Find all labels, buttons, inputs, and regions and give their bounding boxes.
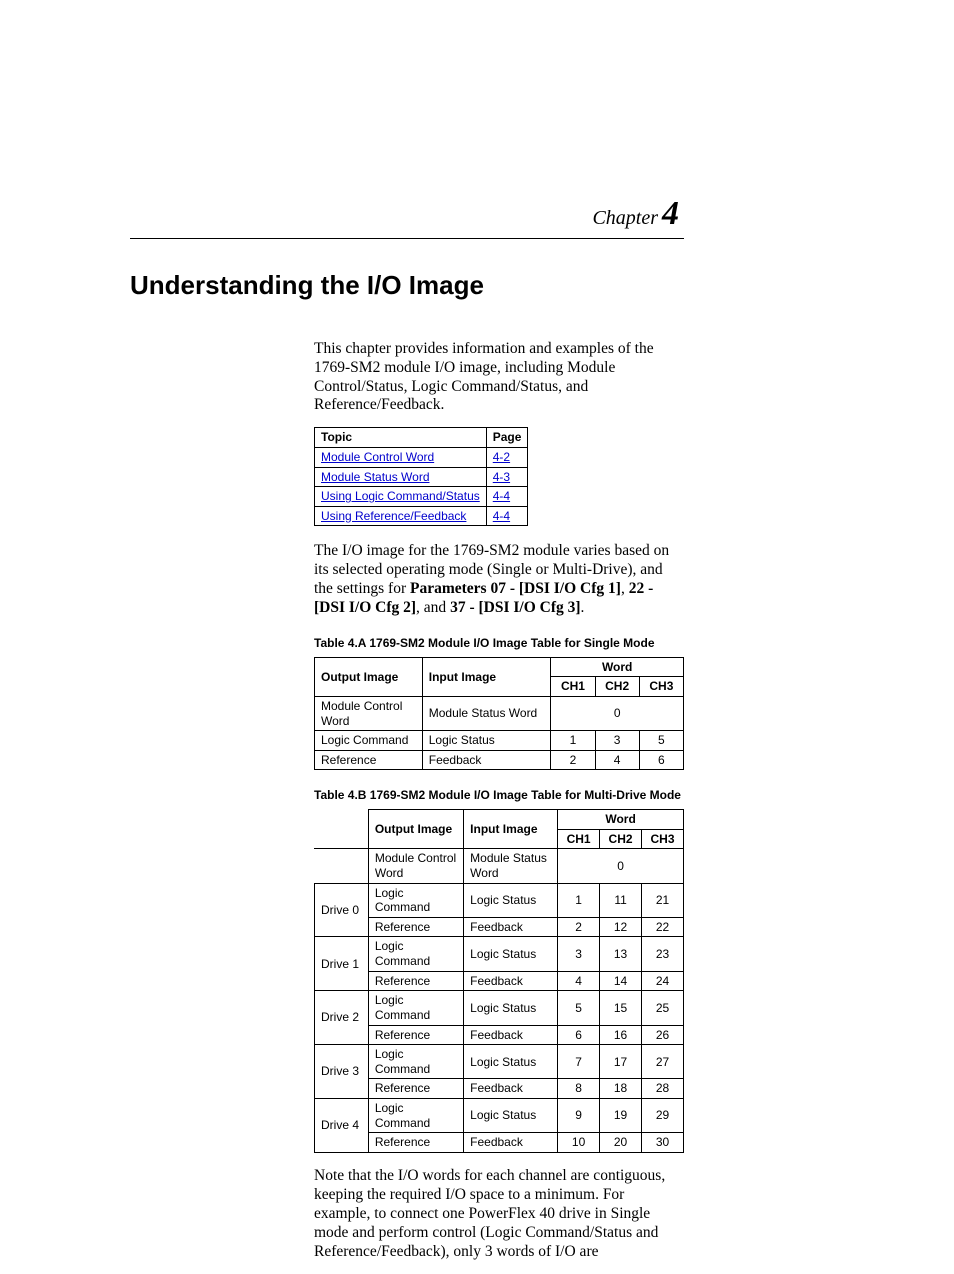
topic-header-topic: Topic bbox=[315, 428, 487, 448]
drive-label: Drive 1 bbox=[315, 937, 369, 991]
topic-link[interactable]: Using Reference/Feedback bbox=[321, 509, 466, 523]
table-row: ReferenceFeedback61626 bbox=[315, 1025, 684, 1045]
topic-page-link[interactable]: 4-3 bbox=[493, 470, 510, 484]
table-row: Module Control Word Module Status Word 0 bbox=[315, 849, 684, 883]
table-row: Logic Command Logic Status 1 3 5 bbox=[315, 731, 684, 751]
drive-label: Drive 4 bbox=[315, 1099, 369, 1153]
table-row: Drive 3Logic CommandLogic Status71727 bbox=[315, 1045, 684, 1079]
drive-label: Drive 3 bbox=[315, 1045, 369, 1099]
drive-label: Drive 0 bbox=[315, 883, 369, 937]
th-input: Input Image bbox=[422, 657, 551, 696]
table-row: Drive 2Logic CommandLogic Status51525 bbox=[315, 991, 684, 1025]
th-ch3: CH3 bbox=[642, 829, 684, 849]
topic-page-link[interactable]: 4-4 bbox=[493, 509, 510, 523]
intro-paragraph: This chapter provides information and ex… bbox=[314, 340, 684, 416]
table-a: Output Image Input Image Word CH1 CH2 CH… bbox=[314, 657, 684, 771]
topic-link[interactable]: Module Control Word bbox=[321, 450, 434, 464]
table-a-caption: Table 4.A 1769-SM2 Module I/O Image Tabl… bbox=[314, 636, 684, 651]
chapter-header: Chapter4 bbox=[592, 195, 679, 233]
th-ch3: CH3 bbox=[639, 677, 683, 697]
topic-page-link[interactable]: 4-4 bbox=[493, 489, 510, 503]
table-b: Output Image Input Image Word CH1 CH2 CH… bbox=[314, 809, 684, 1153]
th-ch1: CH1 bbox=[551, 677, 595, 697]
table-row: ReferenceFeedback21222 bbox=[315, 917, 684, 937]
th-ch2: CH2 bbox=[600, 829, 642, 849]
topic-row: Module Status Word 4-3 bbox=[315, 467, 528, 487]
page-title: Understanding the I/O Image bbox=[130, 270, 684, 302]
th-output: Output Image bbox=[368, 810, 463, 849]
th-output: Output Image bbox=[315, 657, 423, 696]
th-input: Input Image bbox=[464, 810, 558, 849]
topic-header-page: Page bbox=[486, 428, 528, 448]
topic-table: Topic Page Module Control Word 4-2 Modul… bbox=[314, 427, 528, 526]
topic-row: Using Reference/Feedback 4-4 bbox=[315, 506, 528, 526]
table-row: Module Control Word Module Status Word 0 bbox=[315, 696, 684, 730]
th-word: Word bbox=[558, 810, 684, 830]
header-rule bbox=[130, 238, 684, 239]
table-row: Reference Feedback 2 4 6 bbox=[315, 750, 684, 770]
topic-link[interactable]: Using Logic Command/Status bbox=[321, 489, 480, 503]
topic-row: Using Logic Command/Status 4-4 bbox=[315, 487, 528, 507]
topic-row: Module Control Word 4-2 bbox=[315, 447, 528, 467]
table-b-caption: Table 4.B 1769-SM2 Module I/O Image Tabl… bbox=[314, 788, 684, 803]
drive-label: Drive 2 bbox=[315, 991, 369, 1045]
chapter-label: Chapter bbox=[592, 207, 658, 229]
chapter-number: 4 bbox=[662, 195, 679, 232]
th-ch2: CH2 bbox=[595, 677, 639, 697]
table-row: ReferenceFeedback102030 bbox=[315, 1133, 684, 1153]
table-row: Drive 1Logic CommandLogic Status31323 bbox=[315, 937, 684, 971]
table-row: ReferenceFeedback81828 bbox=[315, 1079, 684, 1099]
topic-link[interactable]: Module Status Word bbox=[321, 470, 430, 484]
topic-page-link[interactable]: 4-2 bbox=[493, 450, 510, 464]
th-word: Word bbox=[551, 657, 684, 677]
th-ch1: CH1 bbox=[558, 829, 600, 849]
table-row: ReferenceFeedback41424 bbox=[315, 971, 684, 991]
table-row: Drive 4Logic CommandLogic Status91929 bbox=[315, 1099, 684, 1133]
table-row: Drive 0Logic CommandLogic Status11121 bbox=[315, 883, 684, 917]
paragraph-2: The I/O image for the 1769-SM2 module va… bbox=[314, 542, 684, 618]
paragraph-3: Note that the I/O words for each channel… bbox=[314, 1167, 684, 1262]
th-drive-blank bbox=[315, 810, 369, 849]
